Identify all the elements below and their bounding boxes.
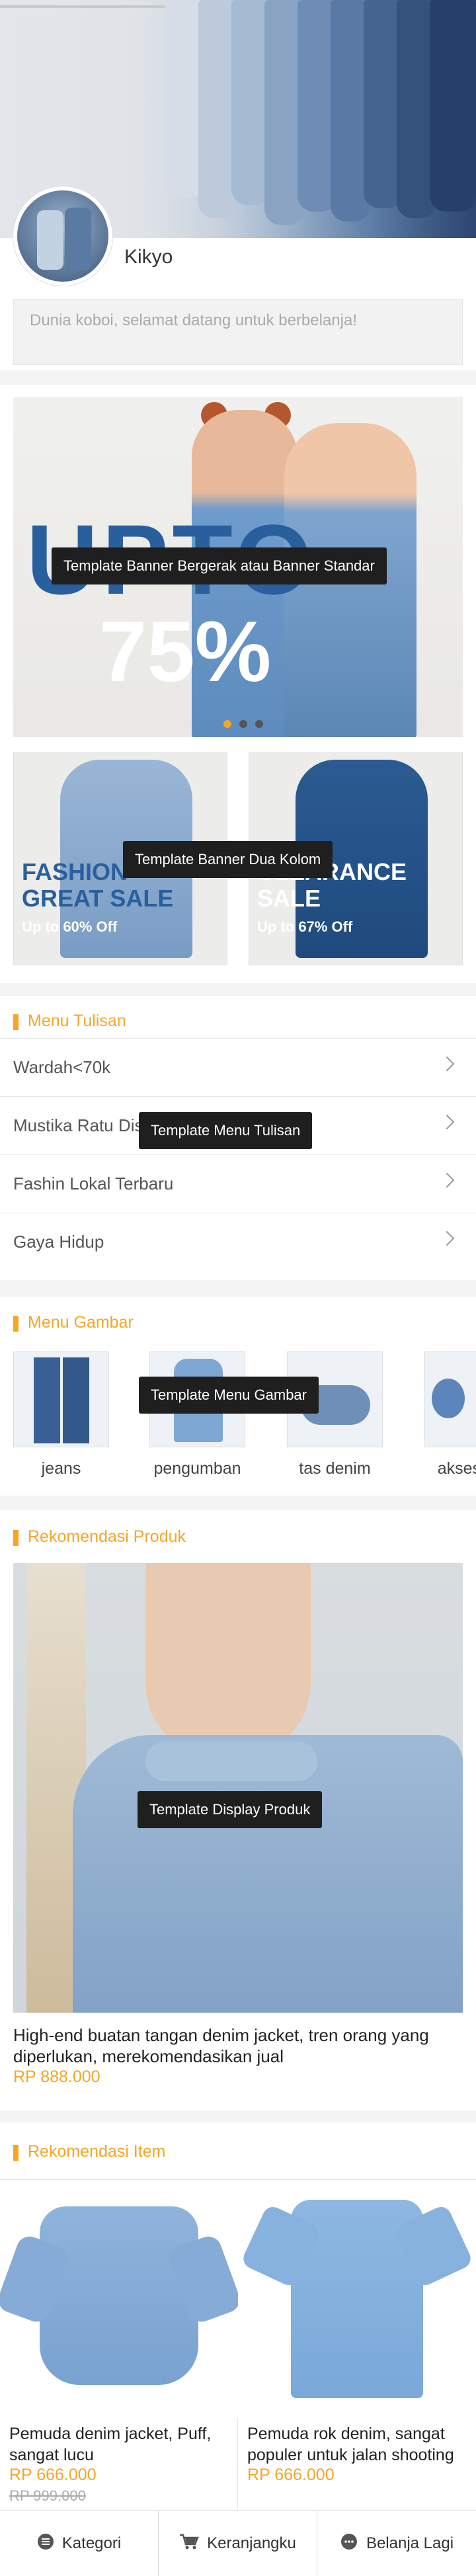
tab-belanja-lagi[interactable]: Belanja Lagi: [317, 2511, 476, 2576]
item-image: [238, 2180, 476, 2418]
product-price: RP 888.000: [13, 2068, 100, 2086]
image-menu-caption: pengumban: [153, 1459, 241, 1478]
list-icon: [37, 2533, 54, 2555]
shop-header: Kikyo Dunia koboi, selamat datang untuk …: [0, 0, 476, 370]
text-menu-item[interactable]: Fashin Lokal Terbaru: [0, 1154, 476, 1213]
product-image[interactable]: [13, 1563, 463, 2013]
jeans-image: [13, 1351, 109, 1447]
section-title: Rekomendasi Item: [13, 2142, 165, 2161]
cart-icon: [179, 2533, 199, 2555]
tab-kategori[interactable]: Kategori: [0, 2511, 159, 2576]
item-price: RP 666.000: [247, 2466, 335, 2484]
item-old-price: RP 999.000: [9, 2487, 86, 2504]
carousel-dot[interactable]: [223, 720, 231, 728]
banner-subtitle: Up to 67% Off: [257, 918, 353, 935]
text-menu-item[interactable]: Wardah<70k: [0, 1038, 476, 1096]
text-menu-item[interactable]: Gaya Hidup: [0, 1213, 476, 1271]
shop-name: Kikyo: [124, 246, 173, 268]
section-title: Menu Tulisan: [13, 1012, 126, 1031]
menu-item-label: Gaya Hidup: [13, 1232, 104, 1252]
chat-icon: [340, 2533, 358, 2555]
item-card[interactable]: Pemuda rok denim, sangat populer untuk j…: [238, 2180, 476, 2511]
item-description: Pemuda rok denim, sangat populer untuk j…: [247, 2425, 454, 2464]
image-menu-item[interactable]: pengumban: [149, 1351, 255, 1478]
section-title: Rekomendasi Produk: [13, 1527, 186, 1547]
image-menu-caption: jeans: [41, 1459, 81, 1478]
template-tooltip: Template Display Produk: [138, 1791, 323, 1828]
menu-item-label: Wardah<70k: [13, 1057, 111, 1077]
chevron-right-icon: [439, 1056, 455, 1072]
section-title: Menu Gambar: [13, 1313, 134, 1332]
text-menu-section: Menu Tulisan Wardah<70k Mustika Ratu Dis…: [0, 996, 476, 1280]
template-tooltip: Template Banner Bergerak atau Banner Sta…: [52, 547, 387, 584]
item-grid: Pemuda denim jacket, Puff, sangat lucu R…: [0, 2179, 476, 2511]
product-recommendation-section: Rekomendasi Produk High-end buatan tanga…: [0, 1510, 476, 2111]
tab-label: Keranjangku: [207, 2534, 296, 2552]
menu-item-label: Fashin Lokal Terbaru: [13, 1174, 174, 1193]
template-tooltip: Template Menu Gambar: [139, 1377, 319, 1414]
item-card[interactable]: Pemuda denim jacket, Puff, sangat lucu R…: [0, 2180, 238, 2511]
avatar-shirt-dark: [65, 208, 91, 270]
image-menu-strip[interactable]: jeans pengumban tas denim aksesoris: [13, 1351, 476, 1484]
shop-avatar[interactable]: [13, 186, 112, 286]
banner-discount: 75%: [99, 603, 272, 700]
hanging-shirt: [430, 0, 476, 212]
tab-label: Belanja Lagi: [366, 2534, 454, 2552]
title-line: FASHION: [22, 858, 128, 885]
chevron-right-icon: [439, 1114, 455, 1130]
bottom-tab-bar: Kategori Keranjangku Belanja Lagi: [0, 2510, 476, 2576]
image-menu-caption: aksesoris: [437, 1459, 476, 1478]
image-menu-item[interactable]: aksesoris: [424, 1351, 476, 1478]
banner-section: UPTO 75% Template Banner Bergerak atau B…: [0, 385, 476, 983]
item-recommendation-section: Rekomendasi Item Pemuda denim jacket, Pu…: [0, 2122, 476, 2511]
template-tooltip: Template Menu Tulisan: [139, 1112, 313, 1149]
item-description: Pemuda denim jacket, Puff, sangat lucu: [9, 2425, 212, 2464]
title-line: GREAT SALE: [22, 885, 174, 912]
chevron-right-icon: [439, 1230, 455, 1246]
carousel-dot[interactable]: [239, 720, 247, 728]
title-line: SALE: [257, 885, 321, 912]
product-description[interactable]: High-end buatan tangan denim jacket, tre…: [13, 2025, 463, 2067]
image-menu-item[interactable]: jeans: [13, 1351, 119, 1478]
image-menu-section: Menu Gambar jeans pengumban tas denim ak…: [0, 1297, 476, 1496]
tab-label: Kategori: [61, 2534, 122, 2552]
welcome-message: Dunia koboi, selamat datang untuk berbel…: [13, 299, 463, 365]
chevron-right-icon: [439, 1172, 455, 1188]
avatar-shirt-light: [37, 210, 63, 270]
banner-subtitle: Up to 60% Off: [22, 918, 118, 935]
carousel-dots: [223, 719, 271, 731]
carousel-dot[interactable]: [255, 720, 263, 728]
item-image: [0, 2180, 238, 2418]
image-menu-caption: tas denim: [299, 1459, 371, 1478]
item-price: RP 666.000: [9, 2466, 97, 2484]
image-menu-item[interactable]: tas denim: [287, 1351, 393, 1478]
tab-keranjangku[interactable]: Keranjangku: [159, 2511, 317, 2576]
template-tooltip: Template Banner Dua Kolom: [123, 841, 333, 878]
accessory-image: [424, 1351, 476, 1447]
